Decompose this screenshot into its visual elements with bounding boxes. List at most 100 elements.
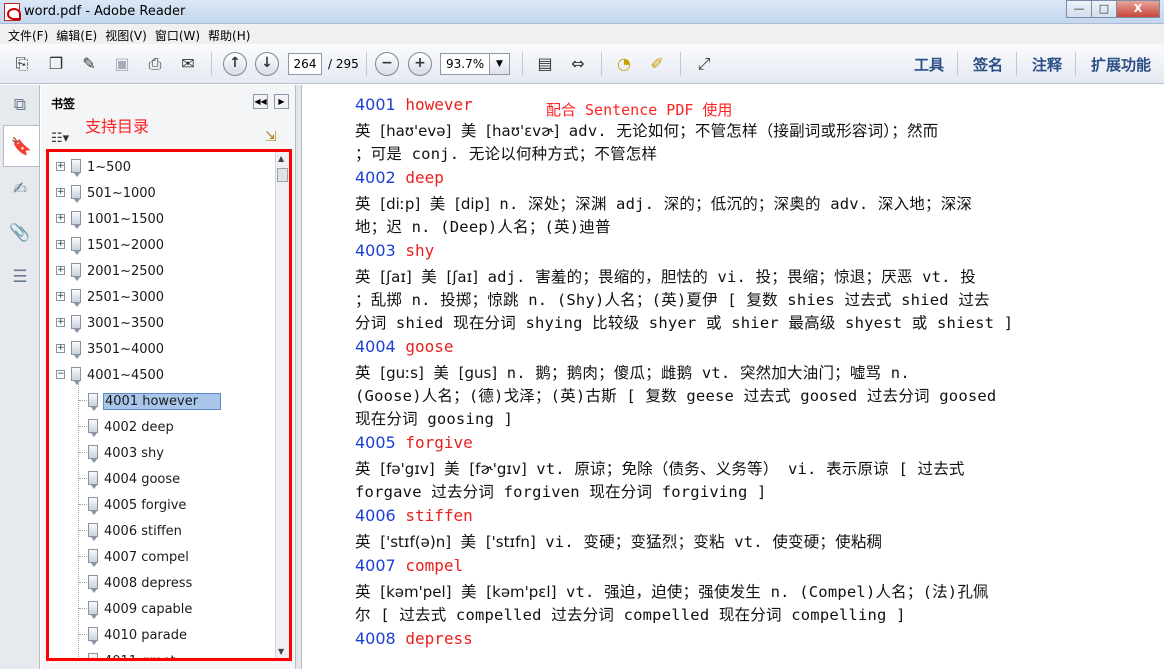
- expand-icon[interactable]: +: [56, 318, 65, 327]
- bookmark-folder[interactable]: +3501~4000: [49, 337, 277, 363]
- bookmark-item-label: 4011 greet: [104, 654, 176, 658]
- collapse-panel-icon[interactable]: ◀◀: [253, 94, 268, 109]
- entry-number: 4002: [355, 168, 396, 187]
- bookmark-folder[interactable]: − 4001~4500: [49, 363, 277, 389]
- attachments-icon[interactable]: 📎: [8, 221, 32, 245]
- fit-page-icon[interactable]: ▤: [533, 52, 557, 76]
- page-number-input[interactable]: 264: [288, 53, 322, 75]
- go-to-bookmark-icon[interactable]: ⇲: [265, 129, 277, 145]
- signatures-icon[interactable]: ✍: [8, 177, 32, 201]
- zoom-in-button[interactable]: +: [408, 52, 432, 76]
- expand-icon[interactable]: +: [56, 162, 65, 171]
- expand-icon[interactable]: +: [56, 344, 65, 353]
- maximize-button[interactable]: □: [1091, 0, 1117, 18]
- save-icon[interactable]: ▣: [110, 52, 134, 76]
- zoom-dropdown-icon[interactable]: ▼: [489, 53, 510, 75]
- email-icon[interactable]: ✉: [176, 52, 200, 76]
- bookmark-item[interactable]: 4006 stiffen: [49, 519, 277, 545]
- toolbar: ⎘ ❐ ✎ ▣ ⎙ ✉ ↑ ↓ 264 / 295 − + 93.7% ▼ ▤ …: [0, 44, 1164, 84]
- edit-icon[interactable]: ✎: [77, 52, 101, 76]
- entry-definition-line: 尔 [ 过去式 compelled 过去分词 compelled 现在分词 co…: [355, 603, 906, 625]
- bookmark-item[interactable]: 4011 greet: [49, 649, 277, 658]
- bookmark-item[interactable]: 4009 capable: [49, 597, 277, 623]
- bookmark-item[interactable]: 4002 deep: [49, 415, 277, 441]
- bookmarks-icon[interactable]: 🔖: [3, 125, 39, 167]
- navigation-rail: ⧉ 🔖 ✍ 📎 ☰: [0, 85, 40, 669]
- menu-view[interactable]: 视图(V): [103, 24, 153, 44]
- entry-number: 4004: [355, 337, 396, 356]
- entry-definition-line: 英 [fə'gɪv] 美 [fɚ'gɪv] vt. 原谅；免除（债务、义务等） …: [355, 457, 965, 479]
- close-button[interactable]: X: [1116, 0, 1160, 18]
- bookmark-folder[interactable]: +1501~2000: [49, 233, 277, 259]
- entry-number: 4007: [355, 556, 396, 575]
- bookmark-folder[interactable]: +1~500: [49, 155, 277, 181]
- scroll-thumb[interactable]: [277, 168, 288, 182]
- panel-splitter[interactable]: [296, 85, 302, 669]
- bookmark-folder[interactable]: +3001~3500: [49, 311, 277, 337]
- bookmark-icon: [88, 419, 98, 437]
- bookmark-icon: [88, 575, 98, 593]
- minimize-button[interactable]: —: [1066, 0, 1092, 18]
- collapse-icon[interactable]: −: [56, 370, 65, 379]
- entry-heading: 4007 compel: [355, 556, 463, 575]
- fit-width-icon[interactable]: ⇔: [566, 52, 590, 76]
- window-controls: — □ X: [1066, 0, 1160, 20]
- phonetic: [fə'gɪv]: [380, 460, 435, 478]
- bookmark-folder[interactable]: +1001~1500: [49, 207, 277, 233]
- next-page-button[interactable]: ↓: [255, 52, 279, 76]
- create-pdf-icon[interactable]: ⎘: [10, 52, 34, 76]
- expand-icon[interactable]: +: [56, 266, 65, 275]
- definition-text: 英: [355, 533, 381, 551]
- tools-pane-button[interactable]: 工具: [899, 52, 957, 76]
- expand-icon[interactable]: +: [56, 292, 65, 301]
- fullscreen-icon[interactable]: ⤢: [692, 52, 716, 76]
- document-view[interactable]: 配合 Sentence PDF 使用 4001 however 英 [haʊ'ev…: [303, 85, 1164, 669]
- highlight-icon[interactable]: ✐: [645, 52, 669, 76]
- previous-page-button[interactable]: ↑: [223, 52, 247, 76]
- expand-icon[interactable]: +: [56, 240, 65, 249]
- expand-icon[interactable]: +: [56, 214, 65, 223]
- definition-text: 分词 shied 现在分词 shying 比较级 shyer 或 shier 最…: [355, 314, 1014, 332]
- definition-text: vt. 原谅；免除（债务、义务等） vi. 表示原谅 [ 过去式: [526, 460, 965, 478]
- comment-pane-button[interactable]: 注释: [1015, 52, 1075, 76]
- page-thumbnails-icon[interactable]: ⧉: [8, 93, 32, 117]
- bookmark-item[interactable]: 4001 however: [49, 389, 277, 415]
- scroll-down-icon[interactable]: ▼: [278, 647, 284, 656]
- sign-pane-button[interactable]: 签名: [956, 52, 1016, 76]
- panel-annotation: 支持目录: [85, 117, 150, 136]
- zoom-level-input[interactable]: 93.7%: [440, 53, 490, 75]
- bookmark-item[interactable]: 4010 parade: [49, 623, 277, 649]
- menu-file[interactable]: 文件(F): [6, 24, 54, 44]
- tree-scrollbar[interactable]: ▲ ▼: [275, 152, 289, 658]
- extended-pane-button[interactable]: 扩展功能: [1074, 52, 1164, 76]
- bookmark-folder[interactable]: +501~1000: [49, 181, 277, 207]
- entry-heading: 4002 deep: [355, 168, 444, 187]
- menu-bar: 文件(F) 编辑(E) 视图(V) 窗口(W) 帮助(H): [0, 24, 1164, 44]
- comment-icon[interactable]: ◔: [612, 52, 636, 76]
- menu-window[interactable]: 窗口(W): [153, 24, 206, 44]
- bookmark-item[interactable]: 4004 goose: [49, 467, 277, 493]
- definition-text: 美: [423, 364, 459, 382]
- combine-files-icon[interactable]: ❐: [44, 52, 68, 76]
- definition-text: forgave 过去分词 forgiven 现在分词 forgiving ]: [355, 483, 767, 501]
- panel-menu-icon[interactable]: ▶: [274, 94, 289, 109]
- bookmark-icon: [88, 601, 98, 619]
- bookmark-folder[interactable]: +2501~3000: [49, 285, 277, 311]
- entry-definition-line: 现在分词 goosing ]: [355, 407, 513, 429]
- bookmark-folder-label: 501~1000: [87, 186, 156, 201]
- print-icon[interactable]: ⎙: [143, 52, 167, 76]
- bookmark-folder[interactable]: +2001~2500: [49, 259, 277, 285]
- bookmark-item[interactable]: 4008 depress: [49, 571, 277, 597]
- separator: [601, 52, 602, 76]
- scroll-up-icon[interactable]: ▲: [278, 154, 284, 163]
- bookmark-options-icon[interactable]: ☷▾: [51, 131, 69, 146]
- menu-edit[interactable]: 编辑(E): [54, 24, 103, 44]
- bookmark-icon: [71, 341, 81, 359]
- expand-icon[interactable]: +: [56, 188, 65, 197]
- menu-help[interactable]: 帮助(H): [206, 24, 256, 44]
- layers-icon[interactable]: ☰: [8, 265, 32, 289]
- zoom-out-button[interactable]: −: [375, 52, 399, 76]
- bookmark-item[interactable]: 4003 shy: [49, 441, 277, 467]
- bookmark-item[interactable]: 4007 compel: [49, 545, 277, 571]
- bookmark-item[interactable]: 4005 forgive: [49, 493, 277, 519]
